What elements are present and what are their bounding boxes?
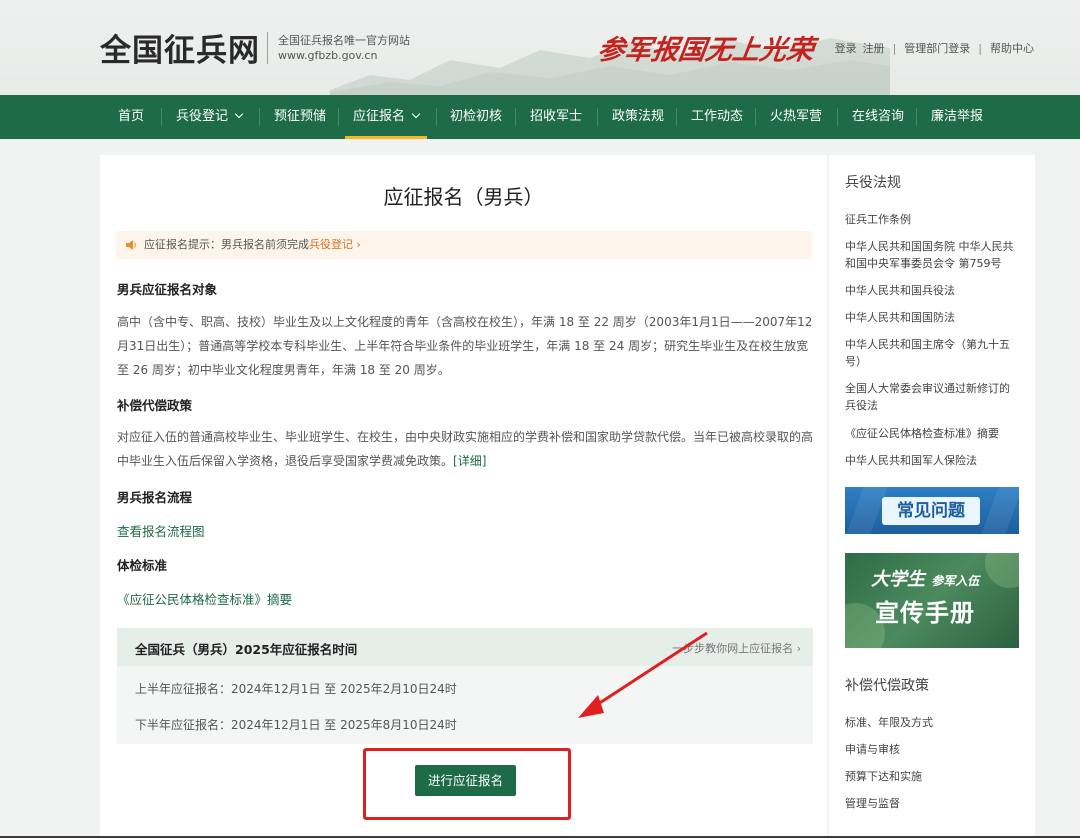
nav-divider	[597, 108, 598, 126]
details-link[interactable]: [详细]	[453, 454, 486, 468]
top-link-divider: |	[892, 41, 897, 55]
page-title: 应征报名（男兵）	[383, 185, 544, 209]
section-title: 男兵报名流程	[117, 490, 193, 505]
nav-divider	[161, 108, 162, 126]
slogan-right: 无上光荣	[703, 35, 816, 66]
logo-divider	[267, 32, 268, 64]
law-link[interactable]: 征兵工作条例	[845, 211, 1020, 228]
help-center-link[interactable]: 帮助中心	[990, 40, 1034, 56]
banner-decoration	[985, 553, 1019, 588]
section-title: 补偿代偿政策	[117, 398, 193, 413]
nav-item-enlistment-application[interactable]: 应征报名	[344, 95, 428, 139]
nav-item-news[interactable]: 工作动态	[691, 95, 743, 139]
nav-divider	[837, 108, 838, 126]
schedule-row: 下半年应征报名：2024年12月1日 至 2025年8月10日24时	[135, 718, 457, 732]
chevron-down-icon	[234, 109, 244, 119]
nav-item-label: 应征报名	[353, 109, 406, 124]
nav-item-nco-recruitment[interactable]: 招收军士	[530, 95, 582, 139]
nav-item-label: 在线咨询	[852, 109, 905, 124]
physical-standard-link[interactable]: 《应征公民体格检查标准》摘要	[117, 589, 292, 608]
faq-banner[interactable]: 常见问题	[845, 487, 1019, 534]
nav-item-label: 火热军营	[770, 109, 823, 124]
login-link[interactable]: 登录	[835, 40, 857, 56]
nav-item-integrity-report[interactable]: 廉洁举报	[931, 95, 983, 139]
main-content: 应征报名（男兵） 应征报名提示：男兵报名前须完成兵役登记 › 男兵应征报名对象 …	[100, 155, 827, 838]
schedule-panel: 全国征兵（男兵）2025年应征报名时间 一步步教你网上应征报名 › 上半年应征报…	[117, 628, 813, 744]
nav-item-label: 廉洁举报	[931, 109, 984, 124]
laws-title: 兵役法规	[845, 175, 901, 191]
handbook-banner-line2: 宣传手册	[875, 599, 975, 627]
nav-item-label: 预征预储	[274, 109, 327, 124]
nav-item-policies[interactable]: 政策法规	[612, 95, 664, 139]
apply-guide-link[interactable]: 一步步教你网上应征报名 ›	[672, 640, 801, 656]
law-link[interactable]: 中华人民共和国国防法	[845, 309, 1020, 326]
policy-link[interactable]: 申请与审核	[845, 741, 1020, 758]
nav-item-home[interactable]: 首页	[118, 95, 144, 139]
register-link[interactable]: 注册	[863, 40, 885, 56]
law-link[interactable]: 中华人民共和国国务院 中华人民共和国中央军事委员会令 第759号	[845, 238, 1020, 272]
faq-banner-text: 常见问题	[882, 497, 980, 525]
nav-divider	[436, 108, 437, 126]
top-links: 登录 注册 | 管理部门登录 | 帮助中心	[835, 40, 1034, 56]
nav-item-label: 初检初核	[450, 109, 503, 124]
schedule-row: 上半年应征报名：2024年12月1日 至 2025年2月10日24时	[135, 682, 457, 696]
nav-divider	[755, 108, 756, 126]
handbook-line1-main: 大学生	[871, 569, 925, 590]
nav-item-label: 首页	[118, 109, 145, 124]
law-link[interactable]: 《应征公民体格检查标准》摘要	[845, 425, 1020, 442]
nav-divider	[338, 108, 339, 126]
compensation-text: 对应征入伍的普通高校毕业生、毕业班学生、在校生，由中央财政实施相应的学费补偿和国…	[117, 425, 814, 473]
nav-divider	[916, 108, 917, 126]
chevron-down-icon	[411, 109, 421, 119]
site-logo[interactable]: 全国征兵网	[100, 25, 260, 70]
law-link[interactable]: 中华人民共和国军人保险法	[845, 452, 1020, 469]
handbook-line1-small: 参军入伍	[931, 574, 980, 588]
slogan-left: 参军报国	[595, 35, 708, 66]
nav-divider	[676, 108, 677, 126]
nav-item-military-registration[interactable]: 兵役登记	[176, 95, 244, 139]
nav-item-label: 工作动态	[691, 109, 744, 124]
policy-link[interactable]: 管理与监督	[845, 795, 1020, 812]
nav-item-online-consult[interactable]: 在线咨询	[852, 95, 904, 139]
admin-login-link[interactable]: 管理部门登录	[904, 40, 970, 56]
law-link[interactable]: 中华人民共和国主席令（第九十五号）	[845, 336, 1020, 370]
nav-divider	[259, 108, 260, 126]
nav-item-label: 招收军士	[530, 109, 583, 124]
banner-stripe	[981, 487, 1019, 534]
law-link[interactable]: 中华人民共和国兵役法	[845, 282, 1020, 299]
site-subtitle: 全国征兵报名唯一官方网站	[278, 34, 410, 47]
handbook-banner-line1: 大学生 参军入伍	[871, 565, 979, 591]
section-title: 体检标准	[117, 558, 168, 573]
policy-title: 补偿代偿政策	[845, 678, 929, 694]
military-registration-link[interactable]: 兵役登记 ›	[309, 238, 361, 251]
notice-text: 应征报名提示：男兵报名前须完成	[144, 238, 309, 251]
policy-link[interactable]: 标准、年限及方式	[845, 714, 1020, 731]
nav-item-label: 政策法规	[612, 109, 665, 124]
top-link-divider: |	[978, 41, 982, 55]
eligibility-text: 高中（含中专、职高、技校）毕业生及以上文化程度的青年（含高校在校生），年满 18…	[117, 315, 813, 377]
annotation-highlight-box	[363, 748, 571, 820]
process-chart-link[interactable]: 查看报名流程图	[117, 521, 205, 540]
nav-item-military-camp[interactable]: 火热军营	[770, 95, 822, 139]
nav-item-label: 兵役登记	[176, 109, 229, 124]
site-domain: www.gfbzb.gov.cn	[278, 49, 378, 62]
nav-item-pre-enlistment[interactable]: 预征预储	[274, 95, 326, 139]
site-header: 全国征兵网 全国征兵报名唯一官方网站 www.gfbzb.gov.cn 参军报国…	[0, 0, 1080, 95]
notice-bar: 应征报名提示：男兵报名前须完成兵役登记 ›	[116, 231, 812, 259]
right-sidebar: 兵役法规 征兵工作条例 中华人民共和国国务院 中华人民共和国中央军事委员会令 第…	[829, 155, 1035, 838]
nav-item-initial-check[interactable]: 初检初核	[450, 95, 502, 139]
schedule-header: 全国征兵（男兵）2025年应征报名时间 一步步教你网上应征报名 ›	[117, 628, 813, 666]
schedule-title: 全国征兵（男兵）2025年应征报名时间	[135, 642, 358, 657]
speaker-icon	[126, 240, 136, 250]
section-title: 男兵应征报名对象	[117, 282, 218, 297]
law-link[interactable]: 全国人大常委会审议通过新修订的兵役法	[845, 380, 1020, 414]
handbook-banner[interactable]: 大学生 参军入伍 宣传手册	[845, 553, 1019, 648]
nav-divider	[515, 108, 516, 126]
policy-link[interactable]: 预算下达和实施	[845, 768, 1020, 785]
